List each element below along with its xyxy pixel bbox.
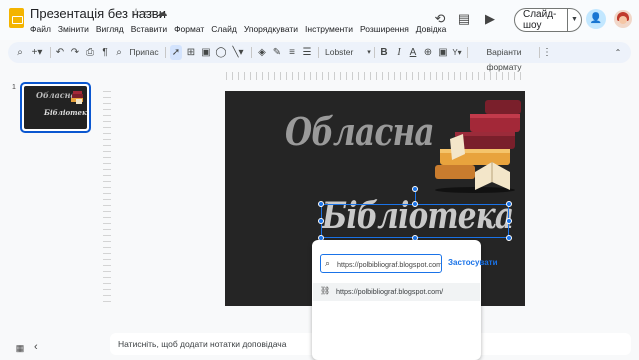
bold-icon[interactable]: B	[378, 45, 390, 60]
zoom-icon[interactable]: ⌕	[113, 45, 125, 60]
print-icon[interactable]: ⎙	[84, 45, 96, 60]
books-image-thumbnail	[71, 91, 83, 104]
resize-handle-bottom-right[interactable]	[506, 235, 512, 241]
link-suggestion-text[interactable]: https://polbibliograf.blogspot.com/	[336, 287, 443, 296]
slide-number: 1	[12, 84, 16, 91]
move-folder-icon[interactable]: ▭	[143, 7, 155, 19]
avatar[interactable]	[614, 10, 632, 28]
slide-title[interactable]: Обласна	[285, 109, 435, 154]
menu-extensions[interactable]: Розширення	[360, 24, 409, 34]
border-color-icon[interactable]: ✎	[271, 45, 283, 60]
search-menus-icon[interactable]: ⌕	[14, 45, 26, 60]
new-slide-icon[interactable]: +▾	[30, 45, 44, 60]
menu-insert[interactable]: Вставити	[131, 24, 167, 34]
vertical-ruler	[103, 91, 111, 306]
share-icon[interactable]: 👤	[586, 9, 606, 29]
zoom-fit-dropdown[interactable]: Припас	[127, 45, 161, 60]
italic-icon[interactable]: I	[393, 45, 405, 60]
fill-color-icon[interactable]: ◈	[256, 45, 268, 60]
image-icon[interactable]: ▣	[200, 45, 212, 60]
toolbar-divider	[318, 47, 319, 58]
thumbnail-subtitle: Бібліотека	[44, 108, 87, 117]
rotation-handle[interactable]	[412, 186, 418, 192]
resize-handle-right[interactable]	[506, 218, 512, 224]
toolbar-divider	[539, 47, 540, 58]
menu-slide[interactable]: Слайд	[211, 24, 237, 34]
speaker-notes-placeholder[interactable]: Натисніть, щоб додати нотатки доповідача	[118, 339, 286, 349]
undo-icon[interactable]: ↶	[54, 45, 66, 60]
link-url-input[interactable]	[337, 258, 441, 270]
thumbnail-canvas: Обласна Бібліотека	[24, 86, 87, 129]
menu-arrange[interactable]: Упорядкувати	[244, 24, 298, 34]
line-icon[interactable]: ╲▾	[230, 45, 246, 60]
menu-format[interactable]: Формат	[174, 24, 204, 34]
shape-icon[interactable]: ◯	[215, 45, 227, 60]
format-options-button[interactable]: Варіанти формату	[471, 45, 537, 72]
redo-icon[interactable]: ↷	[69, 45, 81, 60]
select-cursor-icon[interactable]: ➚	[170, 45, 182, 60]
menu-edit[interactable]: Змінити	[58, 24, 89, 34]
menu-file[interactable]: Файл	[30, 24, 51, 34]
cloud-status-icon[interactable]: ☁	[156, 7, 168, 19]
resize-handle-top[interactable]	[412, 201, 418, 207]
font-dropdown-icon[interactable]: ▾	[365, 45, 373, 60]
slideshow-button[interactable]: Слайд-шоу ▼	[514, 8, 582, 32]
border-weight-icon[interactable]: ≡	[286, 45, 298, 60]
slideshow-label: Слайд-шоу	[523, 9, 557, 31]
paint-format-icon[interactable]: ¶	[99, 45, 111, 60]
text-box-icon[interactable]: ⊞	[185, 45, 197, 60]
apply-link-button[interactable]: Застосувати	[448, 258, 498, 267]
toolbar-divider	[50, 47, 51, 58]
star-icon[interactable]: ☆	[130, 7, 142, 19]
comments-icon[interactable]: ▤	[456, 11, 472, 27]
slides-logo-icon[interactable]	[9, 8, 24, 28]
selection-box	[321, 204, 509, 238]
search-icon: ⌕	[325, 258, 331, 268]
link-input-container[interactable]	[320, 254, 442, 273]
toolbar-divider	[165, 47, 166, 58]
menu-bar: Файл Змінити Вигляд Вставити Формат Слай…	[30, 24, 446, 34]
link-icon: ⛓	[320, 286, 331, 295]
text-color-icon[interactable]: A	[407, 45, 419, 60]
collapse-toolbar-icon[interactable]: ⌃	[611, 45, 625, 60]
add-comment-icon[interactable]: ▣	[437, 45, 449, 60]
insert-link-icon[interactable]: ⊕	[422, 45, 434, 60]
grid-view-icon[interactable]: ▦	[14, 342, 26, 354]
slideshow-dropdown-icon[interactable]: ▼	[567, 8, 581, 32]
horizontal-ruler	[226, 72, 526, 80]
font-family-dropdown[interactable]: Lobster	[325, 45, 365, 60]
books-image[interactable]	[430, 94, 525, 194]
meet-icon[interactable]: ▶	[482, 11, 498, 27]
more-options-icon[interactable]: ⋮	[542, 45, 552, 60]
text-style-icon[interactable]: Y▾	[450, 45, 464, 60]
toolbar-divider	[251, 47, 252, 58]
slide-thumbnail[interactable]: Обласна Бібліотека	[20, 82, 91, 133]
resize-handle-top-left[interactable]	[318, 201, 324, 207]
toolbar-divider	[467, 47, 468, 58]
resize-handle-top-right[interactable]	[506, 201, 512, 207]
chevron-left-icon[interactable]: ‹	[34, 341, 38, 353]
border-dash-icon[interactable]: ☰	[301, 45, 313, 60]
menu-tools[interactable]: Інструменти	[305, 24, 353, 34]
toolbar-divider	[374, 47, 375, 58]
menu-view[interactable]: Вигляд	[96, 24, 124, 34]
resize-handle-left[interactable]	[318, 218, 324, 224]
toolbar: ⌕ +▾ ↶ ↷ ⎙ ¶ ⌕ Припас ➚ ⊞ ▣ ◯ ╲▾ ◈ ✎ ≡ ☰…	[8, 42, 631, 72]
version-history-icon[interactable]: ⟲	[432, 11, 448, 27]
